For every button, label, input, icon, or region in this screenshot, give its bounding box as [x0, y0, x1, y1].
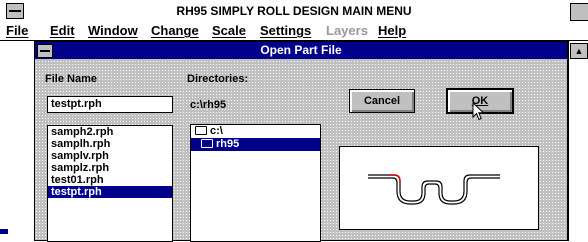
menu-file[interactable]: File: [6, 22, 28, 40]
menu-help[interactable]: Help: [378, 22, 406, 40]
dir-item-label: c:\: [210, 125, 223, 137]
menu-layers: Layers: [326, 23, 368, 38]
cancel-button[interactable]: Cancel: [349, 89, 415, 113]
workspace-scrollbar[interactable]: [568, 41, 588, 241]
dir-item-selected[interactable]: rh95: [191, 138, 320, 151]
main-window: RH95 SIMPLY ROLL DESIGN MAIN MENU File E…: [0, 0, 588, 242]
workspace-left: [0, 41, 34, 241]
list-item-selected[interactable]: testpt.rph: [48, 186, 172, 198]
dir-item-label: rh95: [216, 138, 240, 150]
list-item[interactable]: test01.rph: [48, 174, 172, 186]
folder-icon: [195, 125, 207, 135]
mouse-cursor-icon: [472, 102, 485, 121]
menu-bar: File Edit Window Change Scale Settings L…: [0, 22, 588, 41]
roll-profile-drawing: [368, 174, 500, 205]
list-item[interactable]: samplh.rph: [48, 138, 172, 150]
file-name-input[interactable]: testpt.rph: [47, 96, 173, 113]
directories-label: Directories:: [187, 73, 249, 85]
list-item[interactable]: samplv.rph: [48, 150, 172, 162]
current-directory: c:\rh95: [190, 99, 227, 111]
file-name-label: File Name: [45, 73, 97, 85]
dir-item[interactable]: c:\: [191, 125, 320, 138]
part-preview: [339, 146, 539, 230]
window-control-button[interactable]: [570, 3, 588, 21]
menu-settings[interactable]: Settings: [260, 22, 311, 40]
list-item[interactable]: samph2.rph: [48, 126, 172, 138]
directory-list[interactable]: c:\ rh95: [190, 124, 321, 242]
dialog-title: Open Part File: [260, 43, 342, 57]
menu-window[interactable]: Window: [88, 22, 138, 40]
app-title: RH95 SIMPLY ROLL DESIGN MAIN MENU: [176, 4, 412, 18]
scroll-up-icon[interactable]: ▲: [570, 43, 588, 59]
menu-scale[interactable]: Scale: [212, 22, 246, 40]
list-item[interactable]: samplz.rph: [48, 162, 172, 174]
open-folder-icon: [201, 138, 213, 148]
file-list[interactable]: samph2.rph samplh.rph samplv.rph samplz.…: [47, 125, 173, 242]
dialog-titlebar[interactable]: Open Part File: [35, 42, 567, 59]
menu-edit[interactable]: Edit: [50, 22, 75, 40]
app-titlebar[interactable]: RH95 SIMPLY ROLL DESIGN MAIN MENU: [0, 0, 588, 23]
menu-change[interactable]: Change: [151, 22, 199, 40]
open-part-file-dialog: Open Part File File Name testpt.rph samp…: [34, 41, 568, 242]
